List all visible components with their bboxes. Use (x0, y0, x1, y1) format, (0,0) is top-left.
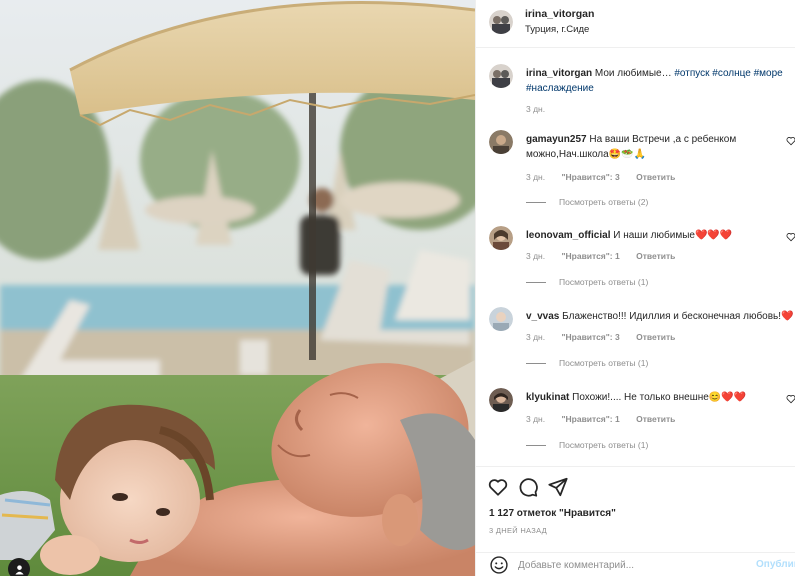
comment-likes[interactable]: "Нравится": 3 (561, 172, 619, 182)
comment-time: 3 дн. (526, 332, 546, 342)
commenter-avatar[interactable] (489, 130, 513, 154)
replies-divider (526, 444, 546, 446)
author-username[interactable]: irina_vitorgan (525, 8, 594, 20)
comment-text: leonovam_official И наши любимые❤️❤️❤️ (526, 228, 794, 243)
add-comment-bar: Опубликовать (476, 552, 795, 576)
commenter-avatar[interactable] (489, 307, 513, 331)
comment-author[interactable]: leonovam_official (526, 230, 610, 241)
emoji-button[interactable] (489, 555, 509, 575)
post-details-panel: irina_vitorgan Турция, г.Сиде irina_vito… (475, 0, 795, 576)
view-replies-button[interactable]: Посмотреть ответы (1) (526, 277, 648, 287)
comment-body: Похожи!.... Не только внешне😊❤️❤️ (572, 392, 747, 403)
comment-button[interactable] (517, 476, 539, 498)
comment-body-2: можно,Нач.школа🤩🥗🙏 (526, 149, 647, 160)
comments-list[interactable]: irina_vitorgan Мои любимые… #отпуск #сол… (476, 48, 795, 466)
comment-time: 3 дн. (526, 172, 546, 182)
heart-icon (488, 479, 508, 496)
like-comment-heart-icon[interactable] (786, 136, 795, 146)
comment-likes[interactable]: "Нравится": 3 (561, 332, 619, 342)
comment-meta: 3 дн. "Нравится": 3 Ответить (526, 332, 689, 342)
comment-body: Блаженство!!! Идиллия и бесконечная любо… (562, 311, 794, 322)
view-replies-label[interactable]: Посмотреть ответы (1) (559, 358, 648, 368)
share-icon (548, 477, 568, 497)
view-replies-button[interactable]: Посмотреть ответы (1) (526, 358, 648, 368)
person-icon (14, 564, 24, 575)
reply-button[interactable]: Ответить (636, 251, 675, 261)
comment-meta: 3 дн. "Нравится": 1 Ответить (526, 414, 689, 424)
post-actions: 1 127 отметок "Нравится" 3 ДНЕЙ НАЗАД (476, 466, 795, 552)
view-replies-label[interactable]: Посмотреть ответы (1) (559, 440, 648, 450)
caption-text: irina_vitorgan Мои любимые… #отпуск #сол… (526, 66, 794, 96)
like-comment-heart-icon[interactable] (786, 232, 795, 242)
comment-likes[interactable]: "Нравится": 1 (561, 251, 619, 261)
caption-hashtags-2[interactable]: #наслаждение (526, 83, 594, 94)
view-replies-button[interactable]: Посмотреть ответы (1) (526, 440, 648, 450)
replies-divider (526, 201, 546, 203)
tagged-people-button[interactable] (8, 558, 30, 576)
view-replies-label[interactable]: Посмотреть ответы (1) (559, 277, 648, 287)
post-location[interactable]: Турция, г.Сиде (525, 24, 589, 35)
post-header: irina_vitorgan Турция, г.Сиде (476, 0, 795, 48)
share-button[interactable] (547, 476, 569, 498)
comment-author[interactable]: klyukinat (526, 392, 569, 403)
view-replies-button[interactable]: Посмотреть ответы (2) (526, 197, 648, 207)
replies-divider (526, 281, 546, 283)
comment-body: И наши любимые❤️❤️❤️ (613, 230, 733, 241)
comment-author[interactable]: gamayun257 (526, 134, 587, 145)
comment-input[interactable] (518, 557, 748, 573)
caption-author[interactable]: irina_vitorgan (526, 68, 592, 79)
comment-time: 3 дн. (526, 414, 546, 424)
comment-time: 3 дн. (526, 251, 546, 261)
emoji-icon (490, 556, 508, 574)
replies-divider (526, 362, 546, 364)
comment-icon (519, 478, 538, 497)
comment-text: klyukinat Похожи!.... Не только внешне😊❤… (526, 390, 794, 405)
author-avatar[interactable] (489, 64, 513, 88)
caption-time: 3 дн. (526, 104, 546, 114)
caption-hashtags[interactable]: #отпуск #солнце #море (674, 68, 782, 79)
caption-body: Мои любимые… (594, 68, 672, 79)
comment-text: gamayun257 На ваши Встречи ,а с ребенком… (526, 132, 794, 162)
comment-text: v_vvas Блаженство!!! Идиллия и бесконечн… (526, 309, 794, 324)
reply-button[interactable]: Ответить (636, 332, 675, 342)
comment-body: На ваши Встречи ,а с ребенком (589, 134, 737, 145)
like-comment-heart-icon[interactable] (786, 394, 795, 404)
reply-button[interactable]: Ответить (636, 172, 675, 182)
post-comment-button[interactable]: Опубликовать (756, 559, 795, 570)
comment-meta: 3 дн. "Нравится": 1 Ответить (526, 251, 689, 261)
view-replies-label[interactable]: Посмотреть ответы (2) (559, 197, 648, 207)
caption-meta: 3 дн. (526, 104, 559, 114)
reply-button[interactable]: Ответить (636, 414, 675, 424)
like-button[interactable] (487, 476, 509, 498)
likes-count[interactable]: 1 127 отметок "Нравится" (489, 508, 616, 519)
comment-meta: 3 дн. "Нравится": 3 Ответить (526, 172, 689, 182)
commenter-avatar[interactable] (489, 226, 513, 250)
commenter-avatar[interactable] (489, 388, 513, 412)
author-avatar[interactable] (489, 10, 513, 34)
post-photo[interactable] (0, 0, 475, 576)
post-timestamp: 3 ДНЕЙ НАЗАД (489, 526, 548, 535)
comment-author[interactable]: v_vvas (526, 311, 559, 322)
comment-likes[interactable]: "Нравится": 1 (561, 414, 619, 424)
post-image (0, 0, 475, 576)
